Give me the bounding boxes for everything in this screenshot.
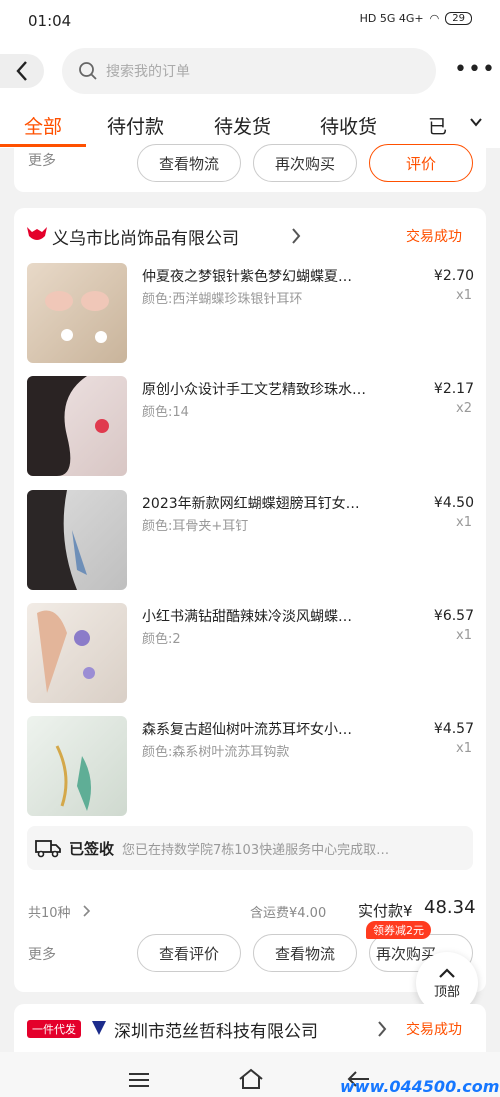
tab-pending-shipment[interactable]: 待发货 [214,112,271,139]
tab-all[interactable]: 全部 [24,112,62,139]
item-spec: 颜色:14 [142,405,189,420]
item-spec: 颜色:森系树叶流苏耳钩款 [142,745,290,760]
search-input[interactable]: 搜索我的订单 [62,48,436,94]
back-button[interactable] [0,54,44,88]
back-to-top-label: 顶部 [433,984,460,1000]
shop-name[interactable]: 深圳市范丝哲科技有限公司 [114,1017,318,1042]
item-thumbnail[interactable] [27,376,127,476]
item-thumbnail[interactable] [27,263,127,363]
view-logistics-button[interactable]: 查看物流 [253,934,357,972]
view-logistics-button[interactable]: 查看物流 [137,144,241,182]
more-options-icon[interactable]: ••• [454,59,496,81]
status-time: 01:04 [28,12,72,30]
item-spec: 颜色:西洋蝴蝶珍珠银针耳环 [142,292,303,307]
tab-pending-receipt[interactable]: 待收货 [320,112,377,139]
item-thumbnail[interactable] [27,603,127,703]
more-link[interactable]: 更多 [28,944,56,964]
item-quantity: x1 [456,628,472,643]
diamond-butterfly-earring-image [37,610,95,693]
view-review-button[interactable]: 查看评价 [137,934,241,972]
item-price: ¥2.70 [433,268,474,284]
leaf-tassel-earring-image [55,745,91,811]
item-thumbnail[interactable] [27,490,127,590]
item-quantity: x1 [456,741,472,756]
more-link[interactable]: 更多 [28,150,56,170]
item-quantity: x1 [456,288,472,303]
item-quantity: x2 [456,401,472,416]
logistics-status: 已签收 [69,839,115,858]
chevron-right-icon[interactable] [376,1020,388,1038]
truck-icon [35,840,61,858]
chevron-right-icon[interactable] [82,904,92,918]
item-title[interactable]: 2023年新款网红蝴蝶翅膀耳钉女… [142,493,400,513]
item-price: ¥6.57 [433,608,474,624]
watermark: www.044500.com [340,1077,500,1096]
item-title[interactable]: 小红书满钻甜酷辣妹冷淡风蝴蝶… [142,606,400,626]
item-title[interactable]: 仲夏夜之梦银针紫色梦幻蝴蝶夏… [142,266,400,286]
butterfly-earring-image [45,291,109,343]
chevron-right-icon[interactable] [290,227,302,245]
logistics-bar[interactable]: 已签收 您已在持数学院7栋103快递服务中心完成取… [27,826,473,870]
item-spec: 颜色:2 [142,632,181,647]
item-price: ¥4.57 [433,721,474,737]
paid-amount: 48.34 [424,897,476,918]
search-placeholder: 搜索我的订单 [106,64,190,80]
tab-pending-payment[interactable]: 待付款 [107,112,164,139]
coupon-badge: 领券减2元 [366,921,431,939]
menu-icon[interactable] [128,1072,150,1088]
item-price: ¥2.17 [433,381,474,397]
back-arrow-icon [16,61,27,81]
battery-icon: 29 [445,12,472,25]
item-count[interactable]: 共10种 [28,902,71,921]
earring-model-image [27,376,109,476]
item-title[interactable]: 原创小众设计手工文艺精致珍珠水… [142,379,400,399]
search-icon [79,62,97,80]
order-status: 交易成功 [406,229,462,245]
shop-logo-icon [92,1021,106,1035]
item-thumbnail[interactable] [27,716,127,816]
home-icon[interactable] [238,1068,264,1090]
logistics-detail: 您已在持数学院7栋103快递服务中心完成取… [122,842,390,858]
network-indicator: HD 5G 4G+ [359,12,424,25]
dropship-badge: 一件代发 [27,1020,81,1038]
chevron-down-icon[interactable] [468,114,484,130]
wifi-icon: ◠ [429,12,440,25]
item-spec: 颜色:耳骨夹+耳钉 [142,519,249,534]
shipping-fee: 含运费¥4.00 [250,906,327,921]
tab-more-partial[interactable]: 已 [428,112,447,139]
item-title[interactable]: 森系复古超仙树叶流苏耳坏女小… [142,719,400,739]
item-quantity: x1 [456,515,472,530]
item-price: ¥4.50 [433,495,474,511]
wing-earring-image [27,490,87,590]
shop-name[interactable]: 义乌市比尚饰品有限公司 [52,224,239,249]
active-tab-indicator [0,144,86,147]
buy-again-button[interactable]: 再次购买 [253,144,357,182]
tmall-shop-icon [27,227,47,240]
status-icons: HD 5G 4G+ ◠ 29 [360,12,472,25]
paid-label: 实付款¥ [358,902,413,920]
order-status: 交易成功 [406,1022,462,1038]
review-button[interactable]: 评价 [369,144,473,182]
chevron-up-icon [439,967,455,978]
